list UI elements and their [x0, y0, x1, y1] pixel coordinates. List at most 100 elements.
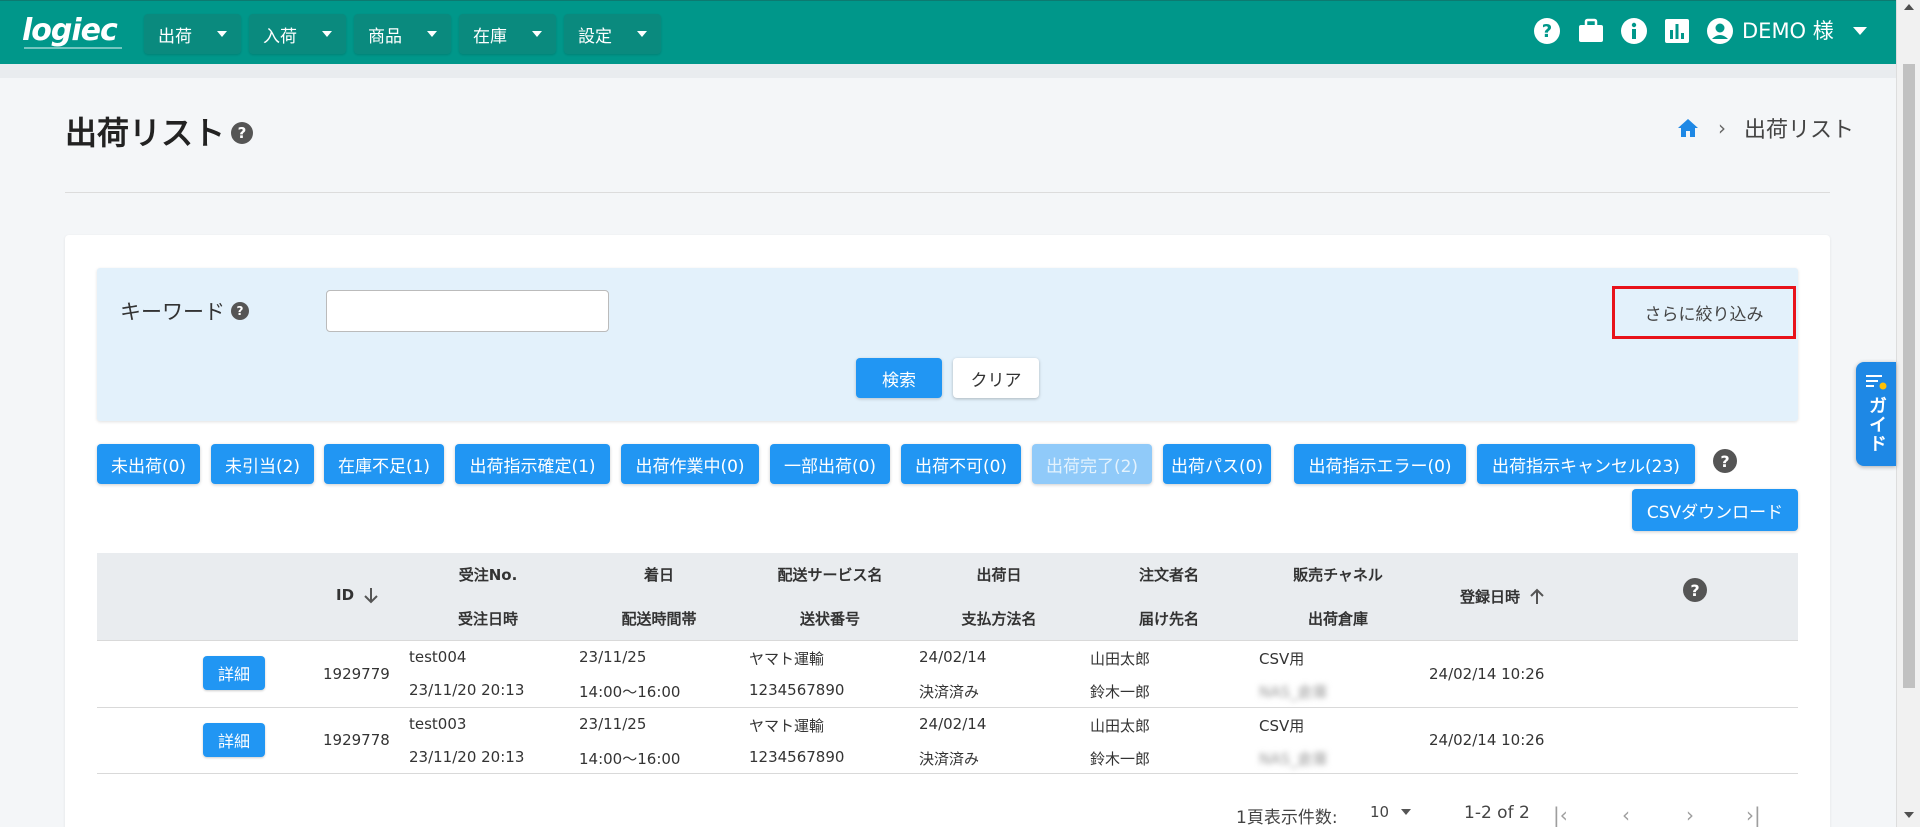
page-title: 出荷リスト ?	[65, 108, 254, 154]
cell-id: 1929778	[323, 731, 390, 749]
cell-tracking: 1234567890	[749, 748, 845, 766]
menu-products[interactable]: 商品	[354, 14, 451, 54]
th-warehouse[interactable]: 出荷倉庫	[1258, 608, 1418, 629]
per-page-value: 10	[1370, 803, 1390, 821]
header-divider	[65, 192, 1830, 193]
th-tracking[interactable]: 送状番号	[750, 608, 910, 629]
status-unshipped[interactable]: 未出荷(0)	[97, 444, 200, 484]
csv-download-button[interactable]: CSVダウンロード	[1632, 489, 1798, 531]
menu-shipping[interactable]: 出荷	[144, 14, 241, 54]
status-stock-shortage[interactable]: 在庫不足(1)	[324, 444, 444, 484]
help-icon[interactable]: ?	[1683, 578, 1707, 602]
keyword-label: キーワード ?	[120, 296, 249, 326]
breadcrumb: › 出荷リスト	[1676, 112, 1854, 144]
next-page-icon[interactable]: ›	[1686, 803, 1694, 827]
home-icon[interactable]	[1676, 117, 1700, 139]
user-name[interactable]: DEMO 様	[1742, 17, 1834, 45]
breadcrumb-current: 出荷リスト	[1743, 118, 1854, 143]
cell-time-slot: 14:00～16:00	[579, 750, 681, 768]
status-partial-shipped[interactable]: 一部出荷(0)	[770, 444, 890, 484]
cell-payment: 決済済み	[919, 683, 980, 701]
keyword-input[interactable]	[326, 290, 609, 332]
th-time-slot[interactable]: 配送時間帯	[579, 608, 739, 629]
help-icon[interactable]: ?	[1533, 17, 1561, 45]
cell-order-date: 23/11/20 20:13	[409, 748, 525, 766]
cell-id: 1929779	[323, 665, 390, 683]
guide-label: ガイド	[1866, 396, 1887, 453]
cell-arrival-date: 23/11/25	[579, 648, 647, 666]
per-page-select[interactable]: 10	[1370, 803, 1412, 821]
arrow-up-icon[interactable]	[1528, 588, 1546, 606]
cell-recipient: 鈴木一郎	[1090, 683, 1151, 701]
th-order-date[interactable]: 受注日時	[408, 608, 568, 629]
detail-button[interactable]: 詳細	[203, 723, 265, 757]
bar-chart-icon[interactable]	[1663, 17, 1691, 45]
status-instruction-error[interactable]: 出荷指示エラー(0)	[1294, 444, 1466, 484]
page-title-text: 出荷リスト	[65, 114, 226, 152]
logo[interactable]: logiec	[22, 13, 118, 48]
chevron-right-icon: ›	[1717, 116, 1726, 140]
cell-order-no: test003	[409, 715, 467, 733]
per-page-label: 1頁表示件数:	[1236, 808, 1338, 827]
guide-list-icon	[1866, 375, 1887, 390]
cell-order-date: 23/11/20 20:13	[409, 681, 525, 699]
help-icon[interactable]: ?	[231, 122, 254, 144]
vertical-scrollbar[interactable]	[1896, 0, 1920, 827]
clear-button[interactable]: クリア	[953, 358, 1039, 398]
logo-underline	[24, 47, 122, 49]
guide-tab[interactable]: ガイド	[1856, 362, 1896, 466]
prev-page-icon[interactable]: ‹	[1622, 803, 1630, 827]
svg-text:?: ?	[1542, 21, 1552, 42]
caret-down-icon	[322, 31, 332, 37]
menu-receiving[interactable]: 入荷	[249, 14, 346, 54]
menu-label: 設定	[578, 26, 612, 47]
th-ship-date[interactable]: 出荷日	[919, 564, 1079, 585]
detail-button[interactable]: 詳細	[203, 656, 265, 690]
th-order-no[interactable]: 受注No.	[408, 564, 568, 585]
status-cannot-ship[interactable]: 出荷不可(0)	[901, 444, 1021, 484]
scroll-thumb[interactable]	[1903, 64, 1915, 688]
help-icon[interactable]: ?	[231, 302, 249, 320]
th-channel[interactable]: 販売チャネル	[1258, 564, 1418, 585]
th-registered[interactable]: 登録日時	[1460, 586, 1546, 607]
page-range: 1-2 of 2	[1464, 803, 1530, 823]
th-arrival-date[interactable]: 着日	[579, 564, 739, 585]
th-recipient[interactable]: 届け先名	[1089, 608, 1249, 629]
scroll-down-arrow-icon[interactable]	[1904, 812, 1914, 818]
caret-down-icon	[1401, 809, 1412, 815]
status-instruction-cancel[interactable]: 出荷指示キャンセル(23)	[1477, 444, 1695, 484]
cell-service: ヤマト運輸	[749, 717, 825, 735]
cell-tracking: 1234567890	[749, 681, 845, 699]
caret-down-icon[interactable]	[1853, 27, 1867, 35]
status-unallocated[interactable]: 未引当(2)	[211, 444, 314, 484]
more-filter-button[interactable]: さらに絞り込み	[1612, 286, 1796, 339]
th-service[interactable]: 配送サービス名	[750, 564, 910, 585]
status-in-progress[interactable]: 出荷作業中(0)	[621, 444, 759, 484]
status-instruction-confirmed[interactable]: 出荷指示確定(1)	[455, 444, 610, 484]
cell-registered: 24/02/14 10:26	[1429, 665, 1545, 683]
menu-label: 商品	[368, 26, 402, 47]
account-circle-icon[interactable]	[1706, 17, 1734, 45]
briefcase-icon[interactable]	[1577, 17, 1605, 45]
help-icon[interactable]: ?	[1713, 449, 1737, 473]
info-icon[interactable]	[1620, 17, 1648, 45]
menu-label: 在庫	[473, 26, 507, 47]
status-ship-pass[interactable]: 出荷パス(0)	[1163, 444, 1271, 484]
caret-down-icon	[532, 31, 542, 37]
arrow-down-icon[interactable]	[362, 586, 380, 604]
status-shipped-complete[interactable]: 出荷完了(2)	[1032, 444, 1152, 484]
menu-settings[interactable]: 設定	[564, 14, 661, 54]
cell-order-no: test004	[409, 648, 467, 666]
last-page-icon[interactable]: ›|	[1746, 803, 1761, 827]
first-page-icon[interactable]: |‹	[1553, 803, 1568, 827]
th-orderer[interactable]: 注文者名	[1089, 564, 1249, 585]
search-button[interactable]: 検索	[856, 358, 942, 398]
th-id[interactable]: ID	[336, 586, 380, 604]
th-payment[interactable]: 支払方法名	[919, 608, 1079, 629]
menu-inventory[interactable]: 在庫	[459, 14, 556, 54]
row-divider	[97, 707, 1798, 708]
cell-ship-date: 24/02/14	[919, 648, 987, 666]
th-registered-label: 登録日時	[1460, 588, 1521, 606]
cell-time-slot: 14:00～16:00	[579, 683, 681, 701]
scroll-up-arrow-icon[interactable]	[1904, 4, 1914, 10]
